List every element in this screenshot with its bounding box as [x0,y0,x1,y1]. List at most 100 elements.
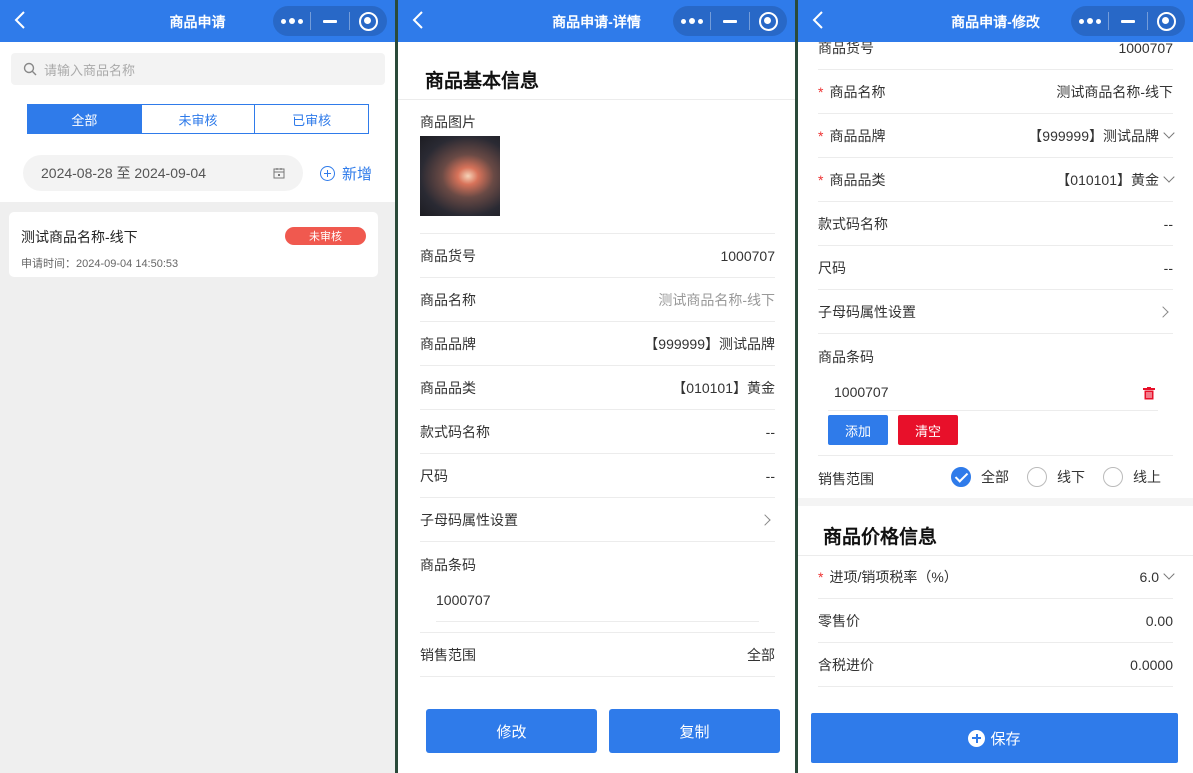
barcode-label: 商品条码 [420,557,476,573]
field-style-code[interactable]: 款式码名称 -- [818,202,1173,246]
clear-barcode-button[interactable]: 清空 [898,415,958,445]
date-range-picker[interactable]: 2024-08-28 至 2024-09-04 [23,155,303,191]
field-size[interactable]: 尺码 -- [818,246,1173,290]
add-new-button[interactable]: 新增 [320,163,372,184]
search-icon [23,62,37,76]
mini-program-capsule [1071,6,1185,36]
radio-offline[interactable]: 线下 [1027,467,1085,487]
field-tax-rate[interactable]: * 进项/销项税率（%） 6.0 [818,555,1175,599]
radio-online[interactable]: 线上 [1103,467,1161,487]
row-sub-code-settings[interactable]: 子母码属性设置 [420,498,775,542]
row-value: 测试商品名称-线下 [658,291,775,308]
more-dots-icon[interactable] [273,6,310,36]
target-icon[interactable] [1148,6,1185,36]
more-dots-icon[interactable] [1071,6,1108,36]
row-label: 商品品类 [420,379,476,396]
row-value: -- [765,423,775,440]
field-label: 尺码 [818,259,846,276]
calendar-icon [273,168,285,179]
row-value: -- [765,467,775,484]
row-category: 商品品类 【010101】黄金 [420,366,775,410]
navbar: 商品申请-详情 [398,0,795,42]
row-name: 商品名称 测试商品名称-线下 [420,278,775,322]
list-page: 商品申请 请输入商品名称 全部 未审核 已审核 2024-08-28 至 202… [0,0,395,773]
field-value: 【999999】测试品牌 [1028,127,1159,144]
field-label: 商品名称 [829,83,886,100]
mini-program-capsule [673,6,787,36]
item-name: 测试商品名称-线下 [21,229,138,245]
radio-label: 线下 [1057,469,1085,485]
navbar: 商品申请-修改 [798,0,1193,42]
field-label: 含税进价 [818,656,874,673]
edit-button[interactable]: 修改 [426,709,597,753]
list-item[interactable]: 测试商品名称-线下 申请时间：2024-09-04 14:50:53 未审核 [9,212,378,277]
field-value: 6.0 [1139,568,1159,585]
tab-unreviewed[interactable]: 未审核 [140,105,255,133]
tab-all[interactable]: 全部 [28,105,141,133]
status-tabs: 全部 未审核 已审核 [27,104,369,134]
barcode-value: 1000707 [436,592,491,608]
field-name[interactable]: * 商品名称 测试商品名称-线下 [818,70,1173,114]
check-icon [951,467,971,487]
row-value: 1000707 [720,247,775,264]
minimize-icon[interactable] [311,6,348,36]
field-category[interactable]: * 商品品类 【010101】黄金 [818,158,1175,202]
back-icon[interactable] [808,9,830,31]
minimize-icon[interactable] [1109,6,1146,36]
save-label: 保存 [990,730,1021,748]
field-value: 测试商品名称-线下 [1056,83,1173,100]
row-value: 【999999】测试品牌 [644,335,775,352]
radio-label: 全部 [981,469,1009,485]
field-cost-price[interactable]: 含税进价 0.0000 [818,643,1173,687]
barcode-label: 商品条码 [818,349,874,365]
field-retail-price[interactable]: 零售价 0.00 [818,599,1173,643]
trash-icon[interactable] [1143,387,1155,400]
add-barcode-button[interactable]: 添加 [828,415,888,445]
minimize-icon[interactable] [711,6,748,36]
search-placeholder: 请输入商品名称 [44,62,136,78]
status-badge: 未审核 [285,227,366,245]
row-label: 商品名称 [420,291,476,308]
back-icon[interactable] [408,9,430,31]
plus-circle-icon [320,166,335,181]
date-range-text: 2024-08-28 至 2024-09-04 [41,165,207,181]
mini-program-capsule [273,6,387,36]
tab-reviewed[interactable]: 已审核 [254,105,368,133]
row-sku: 商品货号 1000707 [420,234,775,278]
save-button[interactable]: 保存 [811,713,1178,763]
target-icon[interactable] [350,6,387,36]
field-value: -- [1163,259,1173,276]
row-label: 销售范围 [420,646,476,663]
target-icon[interactable] [750,6,787,36]
field-label: 零售价 [818,612,860,629]
row-label: 子母码属性设置 [420,511,518,528]
row-sub-code-settings[interactable]: 子母码属性设置 [818,290,1173,334]
field-label: 商品品牌 [829,127,886,144]
radio-label: 线上 [1133,469,1161,485]
product-image[interactable] [420,136,500,216]
field-value: -- [1163,215,1173,232]
section-title: 商品基本信息 [425,71,540,92]
radio-circle-icon [1103,467,1123,487]
more-dots-icon[interactable] [673,6,710,36]
copy-button[interactable]: 复制 [609,709,780,753]
barcode-input[interactable]: 1000707 [834,384,889,400]
plus-circle-icon [968,729,986,747]
row-label: 款式码名称 [420,423,490,440]
price-section-title: 商品价格信息 [823,527,938,548]
radio-all[interactable]: 全部 [951,467,1009,487]
search-input[interactable]: 请输入商品名称 [11,53,385,85]
sale-scope-label: 销售范围 [818,471,874,487]
chevron-down-icon [1163,567,1175,580]
row-label: 商品货号 [420,247,476,264]
row-label: 尺码 [420,467,448,484]
navbar: 商品申请 [0,0,395,42]
chevron-right-icon [759,513,771,526]
field-label: 款式码名称 [818,215,888,232]
back-icon[interactable] [10,9,32,31]
radio-circle-icon [1027,467,1047,487]
detail-page: 商品申请-详情 商品基本信息 商品图片 商品货号 1000707 商品名称 测试… [398,0,795,773]
sale-scope-radio-group: 全部 线下 线上 [951,467,1179,487]
edit-page: 商品货号 1000707 商品申请-修改 * 商品名称 测试商品名称-线下 * 商品… [798,0,1193,773]
field-brand[interactable]: * 商品品牌 【999999】测试品牌 [818,114,1175,158]
